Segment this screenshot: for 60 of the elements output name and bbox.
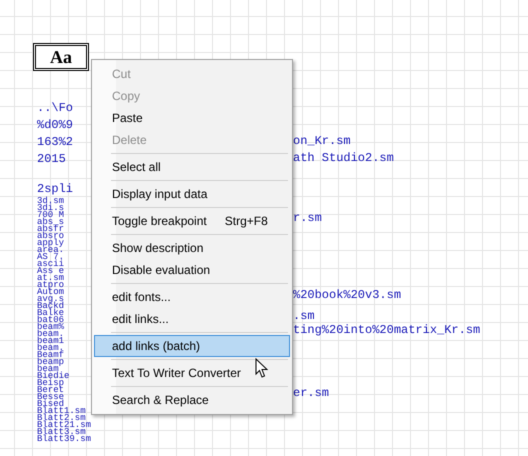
- file-link[interactable]: Bised: [37, 401, 64, 408]
- file-link[interactable]: beam1: [37, 338, 64, 345]
- file-link[interactable]: beam.: [37, 331, 64, 338]
- file-link[interactable]: Blatt1.sm: [37, 408, 86, 415]
- file-link[interactable]: ..\Fo: [37, 101, 74, 115]
- menu-item[interactable]: edit links...: [94, 308, 290, 330]
- file-link[interactable]: Balke: [37, 310, 64, 317]
- file-link[interactable]: atpro: [37, 282, 64, 289]
- file-link[interactable]: Blatt2.sm: [37, 415, 86, 422]
- file-link[interactable]: bat06: [37, 317, 64, 324]
- file-link[interactable]: AS 7.: [37, 254, 64, 261]
- file-link[interactable]: Beret: [37, 387, 64, 394]
- file-link[interactable]: %20book%20v3.sm: [293, 289, 402, 301]
- menu-item[interactable]: edit fonts...: [94, 286, 290, 308]
- file-link[interactable]: 163%2: [37, 135, 74, 149]
- menu-item[interactable]: Disable evaluation: [94, 259, 290, 281]
- file-link[interactable]: abs_s: [37, 219, 64, 226]
- menu-item[interactable]: Search & Replace: [94, 389, 290, 411]
- file-link[interactable]: Autom: [37, 289, 64, 296]
- menu-item[interactable]: Select all: [94, 156, 290, 178]
- file-link[interactable]: ting%20into%20matrix_Kr.sm: [293, 324, 480, 336]
- file-link[interactable]: Blatt21.sm: [37, 422, 92, 429]
- file-link[interactable]: Beamf: [37, 352, 64, 359]
- file-link[interactable]: 2spli: [37, 182, 74, 196]
- file-link[interactable]: beamp: [37, 359, 64, 366]
- file-link[interactable]: on_Kr.sm: [293, 135, 351, 147]
- file-link[interactable]: avg.s: [37, 296, 64, 303]
- file-link[interactable]: Backd: [37, 303, 64, 310]
- menu-item[interactable]: Text To Writer Converter: [94, 362, 290, 384]
- file-link[interactable]: absro: [37, 233, 64, 240]
- file-link[interactable]: Biedie: [37, 373, 70, 380]
- file-link[interactable]: ascii: [37, 261, 64, 268]
- file-link[interactable]: Beisp: [37, 380, 64, 387]
- file-link[interactable]: at.sm: [37, 275, 64, 282]
- file-link[interactable]: Blatt39.sm: [37, 436, 92, 443]
- menu-item[interactable]: Paste: [94, 107, 290, 129]
- menu-item[interactable]: add links (batch): [94, 335, 290, 357]
- file-link[interactable]: 3di.s: [37, 205, 64, 212]
- file-link[interactable]: Ass e: [37, 268, 64, 275]
- menu-item[interactable]: Toggle breakpoint Strg+F8: [94, 210, 290, 232]
- file-link[interactable]: Besse: [37, 394, 64, 401]
- file-link[interactable]: ath Studio2.sm: [293, 152, 394, 164]
- file-link[interactable]: absfr: [37, 226, 64, 233]
- file-link[interactable]: 700 M: [37, 212, 64, 219]
- menu-item[interactable]: Display input data: [94, 183, 290, 205]
- file-link[interactable]: 3d.sm: [37, 198, 64, 205]
- file-link[interactable]: r.sm: [293, 212, 322, 224]
- file-link[interactable]: apply: [37, 240, 64, 247]
- file-link[interactable]: area.: [37, 247, 64, 254]
- file-link[interactable]: .sm: [293, 310, 315, 322]
- menu-item[interactable]: Show description: [94, 237, 290, 259]
- file-link[interactable]: beam: [37, 366, 59, 373]
- file-link[interactable]: er.sm: [293, 387, 330, 399]
- file-link[interactable]: beam.: [37, 345, 64, 352]
- file-link[interactable]: Blatt3.sm: [37, 429, 86, 436]
- file-link[interactable]: beam%: [37, 324, 64, 331]
- font-sample-box[interactable]: Aa: [33, 43, 89, 71]
- file-link[interactable]: 2015: [37, 152, 66, 166]
- mouse-cursor-icon: [255, 358, 269, 379]
- file-link[interactable]: %d0%9: [37, 118, 74, 132]
